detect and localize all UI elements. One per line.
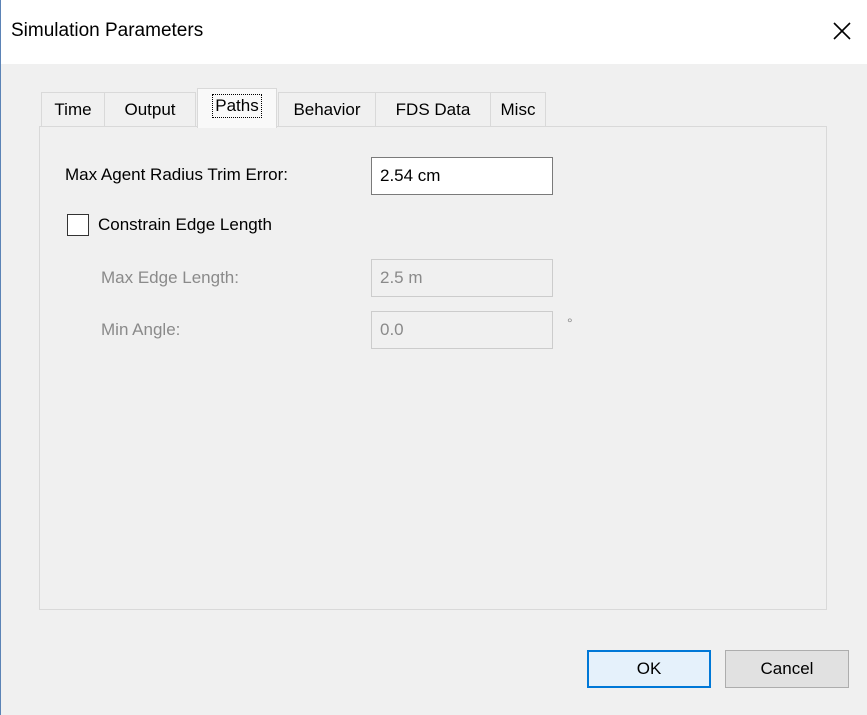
min-angle-label: Min Angle: [101,320,181,339]
max-edge-length-label: Max Edge Length: [101,268,239,287]
tab-behavior[interactable]: Behavior [278,92,376,126]
min-angle-unit: ° [567,315,573,331]
tab-fds-data[interactable]: FDS Data [375,92,491,126]
cancel-button[interactable]: Cancel [725,650,849,688]
close-icon [833,22,851,40]
min-angle-input[interactable] [371,311,553,349]
title-bar: Simulation Parameters [1,0,867,64]
simulation-parameters-dialog: Simulation Parameters Time Output Paths … [0,0,867,715]
tab-time[interactable]: Time [41,92,105,126]
tab-misc[interactable]: Misc [490,92,546,126]
paths-tab-panel: Max Agent Radius Trim Error: Constrain E… [39,126,827,610]
tab-paths[interactable]: Paths [197,88,277,128]
max-edge-length-input[interactable] [371,259,553,297]
max-agent-radius-trim-error-label: Max Agent Radius Trim Error: [65,165,288,184]
constrain-edge-length-checkbox[interactable] [67,214,89,236]
max-agent-radius-trim-error-input[interactable] [371,157,553,195]
constrain-edge-length-label[interactable]: Constrain Edge Length [98,215,272,235]
ok-button[interactable]: OK [587,650,711,688]
window-title: Simulation Parameters [11,20,204,41]
close-button[interactable] [825,14,859,48]
tab-output[interactable]: Output [104,92,196,126]
